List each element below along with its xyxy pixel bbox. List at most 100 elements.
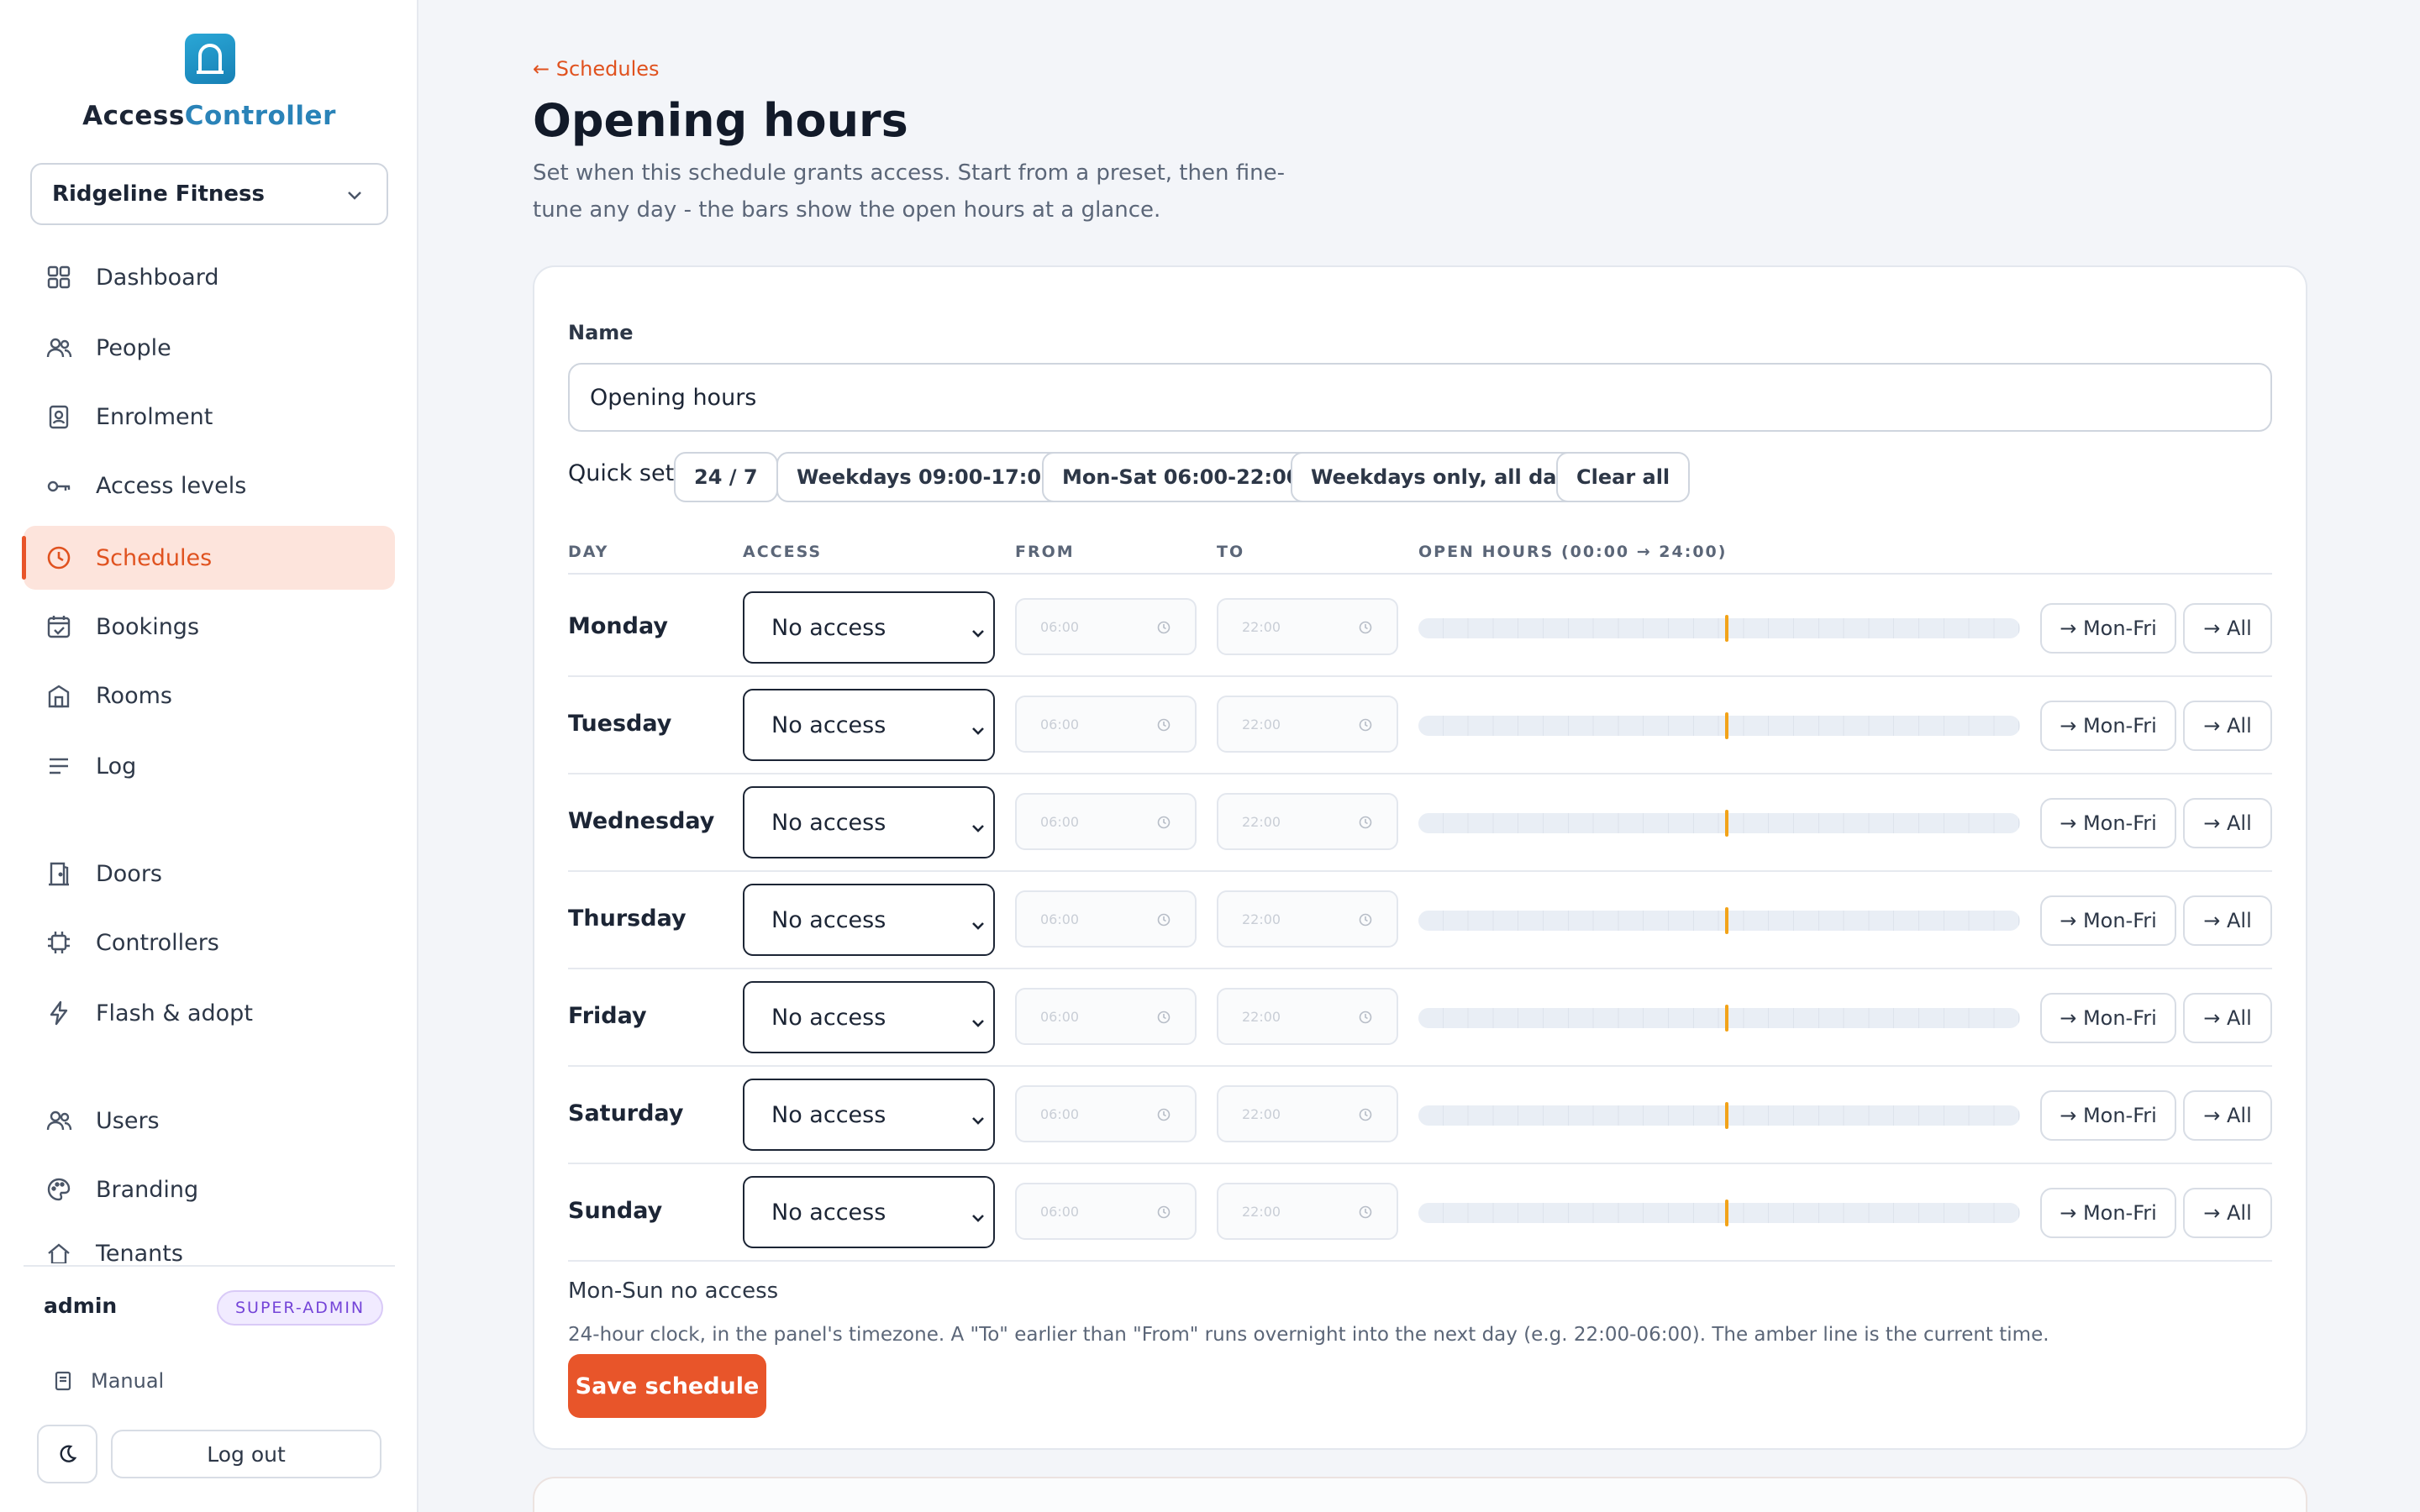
access-select[interactable]: No access bbox=[743, 591, 995, 664]
schedule-name-input[interactable] bbox=[568, 363, 2272, 432]
clock-icon bbox=[1358, 1010, 1373, 1028]
access-select-value: No access bbox=[771, 906, 886, 933]
manual-label: Manual bbox=[91, 1369, 165, 1393]
to-time-input[interactable]: 22:00 bbox=[1217, 793, 1398, 850]
chevron-down-icon bbox=[970, 622, 986, 648]
from-time-input[interactable]: 06:00 bbox=[1015, 793, 1197, 850]
access-select-value: No access bbox=[771, 1199, 886, 1226]
sidebar-item-enrolment[interactable]: Enrolment bbox=[24, 385, 395, 449]
copy-to-all-button[interactable]: → All bbox=[2183, 1090, 2272, 1141]
copy-to-weekdays-button[interactable]: → Mon-Fri bbox=[2040, 1188, 2176, 1238]
preset-mon-sat-button[interactable]: Mon-Sat 06:00-22:00 bbox=[1042, 452, 1321, 502]
day-label: Friday bbox=[568, 1003, 647, 1029]
calendar-check-icon bbox=[44, 612, 74, 642]
key-icon bbox=[44, 470, 74, 501]
back-to-schedules-link[interactable]: ← Schedules bbox=[533, 57, 660, 81]
to-time-input[interactable]: 22:00 bbox=[1217, 598, 1398, 655]
sidebar-item-schedules[interactable]: Schedules bbox=[22, 526, 395, 590]
app-name: AccessController bbox=[82, 101, 336, 131]
to-time-input[interactable]: 22:00 bbox=[1217, 696, 1398, 753]
sidebar-item-flash-adopt[interactable]: Flash & adopt bbox=[24, 981, 395, 1045]
day-row: Monday No access 06:00 22:00 → Mon-Fri → All bbox=[568, 580, 2272, 677]
sidebar-item-log[interactable]: Log bbox=[24, 734, 395, 798]
save-schedule-button[interactable]: Save schedule bbox=[568, 1354, 766, 1418]
moon-icon bbox=[60, 1445, 77, 1462]
secondary-card bbox=[533, 1477, 2307, 1512]
sidebar-item-people[interactable]: People bbox=[24, 316, 395, 380]
sidebar-item-rooms[interactable]: Rooms bbox=[24, 664, 395, 727]
sidebar-item-label: Bookings bbox=[96, 613, 200, 640]
day-label: Tuesday bbox=[568, 711, 672, 737]
role-badge: SUPER-ADMIN bbox=[217, 1290, 384, 1326]
logout-button[interactable]: Log out bbox=[111, 1430, 381, 1478]
copy-to-weekdays-button[interactable]: → Mon-Fri bbox=[2040, 895, 2176, 946]
access-select[interactable]: No access bbox=[743, 786, 995, 858]
sidebar-item-label: Enrolment bbox=[96, 403, 213, 430]
from-time-value: 06:00 bbox=[1040, 911, 1080, 927]
manual-link[interactable]: Manual bbox=[52, 1369, 164, 1393]
copy-to-all-button[interactable]: → All bbox=[2183, 895, 2272, 946]
to-time-value: 22:00 bbox=[1242, 1008, 1281, 1025]
copy-to-all-button[interactable]: → All bbox=[2183, 701, 2272, 751]
day-row: Wednesday No access 06:00 22:00 → Mon-Fri → A… bbox=[568, 774, 2272, 872]
sidebar-item-tenants[interactable]: Tenants bbox=[24, 1226, 395, 1263]
from-time-input[interactable]: 06:00 bbox=[1015, 598, 1197, 655]
copy-to-weekdays-button[interactable]: → Mon-Fri bbox=[2040, 603, 2176, 654]
sidebar-item-doors[interactable]: Doors bbox=[24, 842, 395, 906]
copy-to-all-button[interactable]: → All bbox=[2183, 1188, 2272, 1238]
column-header-open-hours: OPEN HOURS (00:00 → 24:00) bbox=[1418, 543, 1728, 561]
sidebar-item-controllers[interactable]: Controllers bbox=[24, 911, 395, 974]
sidebar-item-label: Users bbox=[96, 1107, 160, 1134]
access-select[interactable]: No access bbox=[743, 884, 995, 956]
day-row: Thursday No access 06:00 22:00 → Mon-Fri → Al… bbox=[568, 872, 2272, 969]
current-time-marker bbox=[1725, 1102, 1728, 1129]
clock-icon bbox=[1358, 1205, 1373, 1223]
chip-icon bbox=[44, 927, 74, 958]
sidebar-divider bbox=[24, 1265, 395, 1267]
to-time-input[interactable]: 22:00 bbox=[1217, 890, 1398, 948]
column-header-to: TO bbox=[1217, 543, 1245, 561]
copy-to-weekdays-button[interactable]: → Mon-Fri bbox=[2040, 993, 2176, 1043]
clear-all-button[interactable]: Clear all bbox=[1556, 452, 1691, 502]
access-select[interactable]: No access bbox=[743, 1079, 995, 1151]
from-time-value: 06:00 bbox=[1040, 813, 1080, 830]
sidebar-item-dashboard[interactable]: Dashboard bbox=[24, 245, 395, 309]
preset-weekdays-all-day-button[interactable]: Weekdays only, all day bbox=[1291, 452, 1590, 502]
sidebar-item-bookings[interactable]: Bookings bbox=[24, 595, 395, 659]
access-select[interactable]: No access bbox=[743, 689, 995, 761]
chevron-down-icon bbox=[970, 719, 986, 745]
sidebar: AccessController Ridgeline Fitness Dashb… bbox=[0, 0, 418, 1512]
from-time-input[interactable]: 06:00 bbox=[1015, 988, 1197, 1045]
from-time-input[interactable]: 06:00 bbox=[1015, 890, 1197, 948]
access-select[interactable]: No access bbox=[743, 981, 995, 1053]
copy-to-all-button[interactable]: → All bbox=[2183, 993, 2272, 1043]
from-time-value: 06:00 bbox=[1040, 716, 1080, 732]
from-time-value: 06:00 bbox=[1040, 1105, 1080, 1122]
clock-icon bbox=[1358, 1107, 1373, 1126]
access-select[interactable]: No access bbox=[743, 1176, 995, 1248]
column-header-from: FROM bbox=[1015, 543, 1075, 561]
tenant-select[interactable]: Ridgeline Fitness bbox=[30, 163, 388, 225]
sidebar-item-users[interactable]: Users bbox=[24, 1089, 395, 1152]
preset-weekdays-9-17-button[interactable]: Weekdays 09:00-17:00 bbox=[776, 452, 1076, 502]
copy-to-weekdays-button[interactable]: → Mon-Fri bbox=[2040, 1090, 2176, 1141]
copy-to-all-button[interactable]: → All bbox=[2183, 603, 2272, 654]
clock-icon bbox=[1156, 912, 1171, 931]
theme-toggle-button[interactable] bbox=[37, 1425, 97, 1483]
to-time-input[interactable]: 22:00 bbox=[1217, 1085, 1398, 1142]
clock-icon bbox=[1156, 1205, 1171, 1223]
from-time-input[interactable]: 06:00 bbox=[1015, 1085, 1197, 1142]
app-logo bbox=[185, 34, 235, 84]
copy-to-all-button[interactable]: → All bbox=[2183, 798, 2272, 848]
sidebar-item-access-levels[interactable]: Access levels bbox=[24, 454, 395, 517]
copy-to-weekdays-button[interactable]: → Mon-Fri bbox=[2040, 798, 2176, 848]
to-time-input[interactable]: 22:00 bbox=[1217, 988, 1398, 1045]
copy-to-weekdays-button[interactable]: → Mon-Fri bbox=[2040, 701, 2176, 751]
sidebar-item-branding[interactable]: Branding bbox=[24, 1158, 395, 1221]
preset-24-7-button[interactable]: 24 / 7 bbox=[674, 452, 778, 502]
from-time-input[interactable]: 06:00 bbox=[1015, 1183, 1197, 1240]
to-time-input[interactable]: 22:00 bbox=[1217, 1183, 1398, 1240]
from-time-input[interactable]: 06:00 bbox=[1015, 696, 1197, 753]
clock-icon bbox=[1156, 815, 1171, 833]
palette-icon bbox=[44, 1174, 74, 1205]
